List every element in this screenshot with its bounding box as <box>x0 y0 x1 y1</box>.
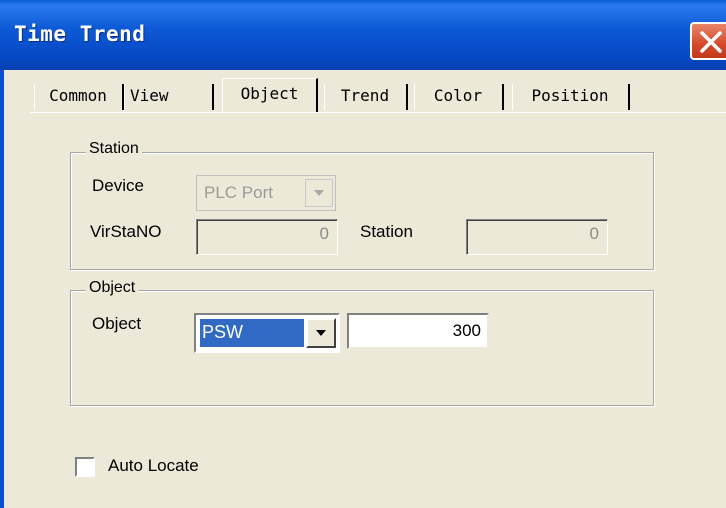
auto-locate-checkbox[interactable] <box>75 457 95 477</box>
tab-label: Color <box>433 86 483 105</box>
station-field[interactable]: 0 <box>466 219 608 255</box>
tab-label: View <box>130 86 169 105</box>
object-address-value: 300 <box>452 321 481 340</box>
title-bar: Time Trend <box>0 0 726 70</box>
close-icon <box>700 31 722 53</box>
tab-label: Object <box>240 84 299 103</box>
tab-label: Common <box>49 86 107 105</box>
tab-trend[interactable]: Trend <box>324 84 408 110</box>
chevron-down-icon <box>316 330 326 336</box>
chevron-down-icon <box>314 190 324 196</box>
object-type-combobox[interactable]: PSW <box>194 313 340 353</box>
virstano-field[interactable]: 0 <box>196 219 338 255</box>
tab-label: Trend <box>340 86 390 105</box>
window-title: Time Trend <box>14 22 146 46</box>
object-type-value: PSW <box>202 322 244 342</box>
tab-divider <box>30 112 726 113</box>
tab-object[interactable]: Object <box>222 78 318 112</box>
object-type-selection: PSW <box>200 319 304 347</box>
station-legend: Station <box>86 140 142 158</box>
window-frame <box>0 70 4 508</box>
auto-locate-label: Auto Locate <box>108 456 199 475</box>
virstano-label: VirStaNO <box>90 222 162 241</box>
tab-common[interactable]: Common <box>34 84 124 110</box>
tab-position[interactable]: Position <box>512 84 630 110</box>
object-address-input[interactable]: 300 <box>347 313 489 349</box>
tab-label: Position <box>531 86 609 105</box>
device-label: Device <box>92 176 144 195</box>
virstano-value: 0 <box>319 224 329 243</box>
tab-color[interactable]: Color <box>414 84 504 110</box>
station-label: Station <box>360 222 413 241</box>
station-value: 0 <box>589 224 599 243</box>
device-combobox[interactable]: PLC Port <box>196 175 336 211</box>
object-label: Object <box>92 314 142 333</box>
object-type-dropdown-button[interactable] <box>306 318 336 348</box>
close-button[interactable] <box>690 22 726 60</box>
tab-view[interactable]: View <box>124 84 214 110</box>
device-dropdown-button[interactable] <box>305 179 333 207</box>
object-legend: Object <box>86 279 139 297</box>
device-value: PLC Port <box>204 183 273 202</box>
